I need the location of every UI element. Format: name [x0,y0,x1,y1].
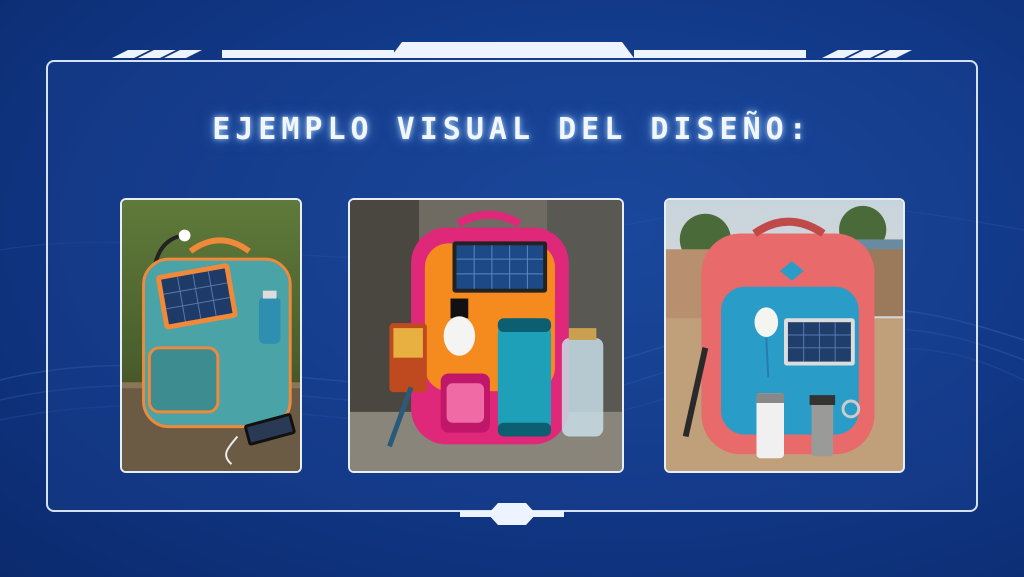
backpack-coral-blue-solar-photo [664,198,905,473]
backpack-orange-pink-solar-photo [348,198,624,473]
slide: EJEMPLO VISUAL DEL DISEÑO: [0,0,1024,577]
slide-title: EJEMPLO VISUAL DEL DISEÑO: [212,112,812,147]
backpack-teal-solar-photo [120,198,302,473]
